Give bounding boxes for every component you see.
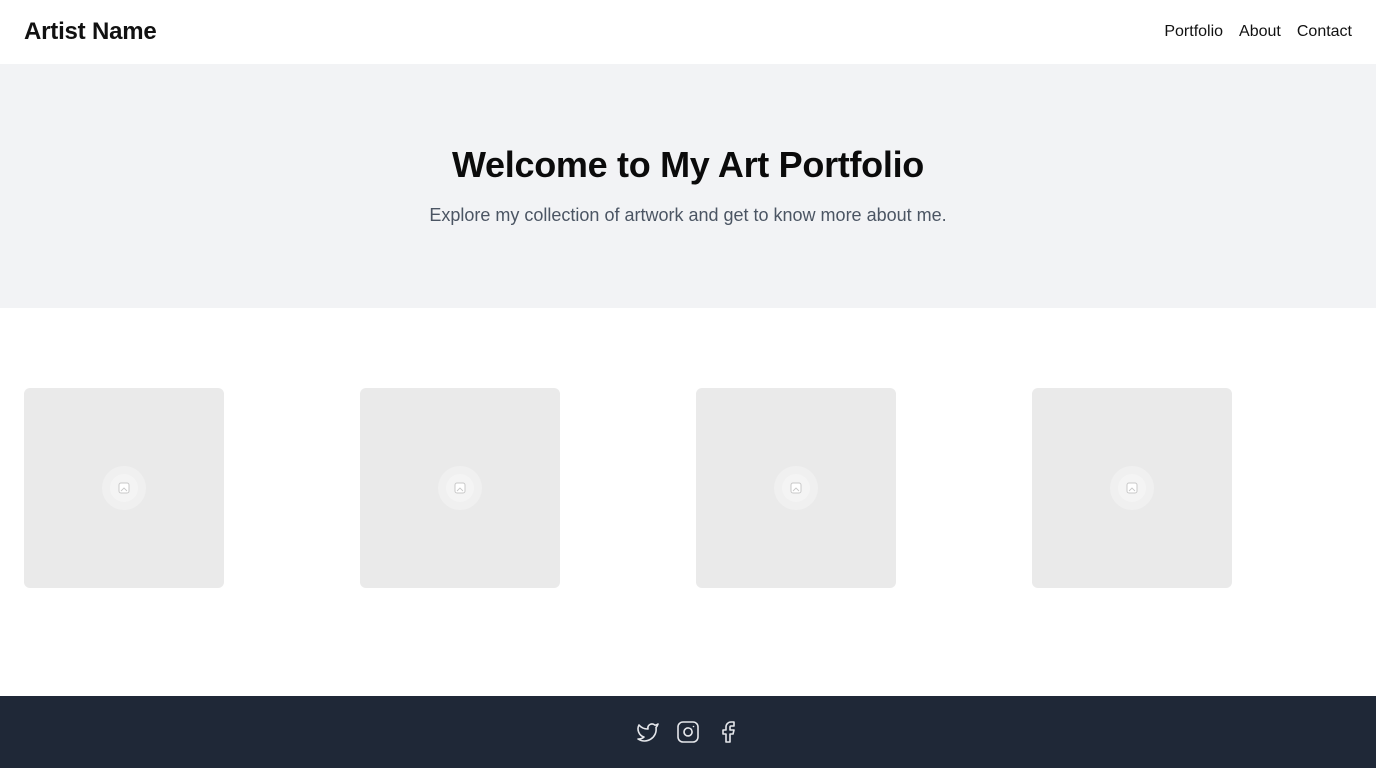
artwork-card[interactable] — [696, 388, 896, 588]
hero-subtitle: Explore my collection of artwork and get… — [429, 205, 947, 225]
site-footer — [0, 696, 1376, 768]
site-header: Artist Name Portfolio About Contact — [0, 0, 1376, 64]
image-placeholder-icon — [1110, 466, 1154, 510]
gallery-cell — [24, 388, 360, 588]
nav-link-about[interactable]: About — [1239, 23, 1281, 41]
artwork-card[interactable] — [1032, 388, 1232, 588]
gallery-cell — [1032, 388, 1368, 588]
nav-link-contact[interactable]: Contact — [1297, 23, 1352, 41]
facebook-link[interactable] — [716, 720, 740, 744]
image-placeholder-icon — [438, 466, 482, 510]
twitter-link[interactable] — [636, 720, 660, 744]
main-nav: Portfolio About Contact — [1164, 23, 1352, 41]
nav-link-portfolio[interactable]: Portfolio — [1164, 23, 1223, 41]
hero-section: Welcome to My Art Portfolio Explore my c… — [0, 64, 1376, 308]
hero-title: Welcome to My Art Portfolio — [452, 144, 924, 185]
twitter-icon — [637, 723, 659, 742]
instagram-link[interactable] — [676, 720, 700, 744]
artwork-gallery — [24, 388, 1352, 588]
gallery-cell — [360, 388, 696, 588]
artwork-card[interactable] — [24, 388, 224, 588]
image-placeholder-icon — [102, 466, 146, 510]
instagram-icon — [677, 721, 699, 743]
page: Artist Name Portfolio About Contact Welc… — [0, 0, 1376, 768]
gallery-cell — [696, 388, 1032, 588]
brand-name[interactable]: Artist Name — [24, 18, 157, 46]
image-placeholder-icon — [774, 466, 818, 510]
artwork-card[interactable] — [360, 388, 560, 588]
facebook-icon — [722, 721, 735, 743]
